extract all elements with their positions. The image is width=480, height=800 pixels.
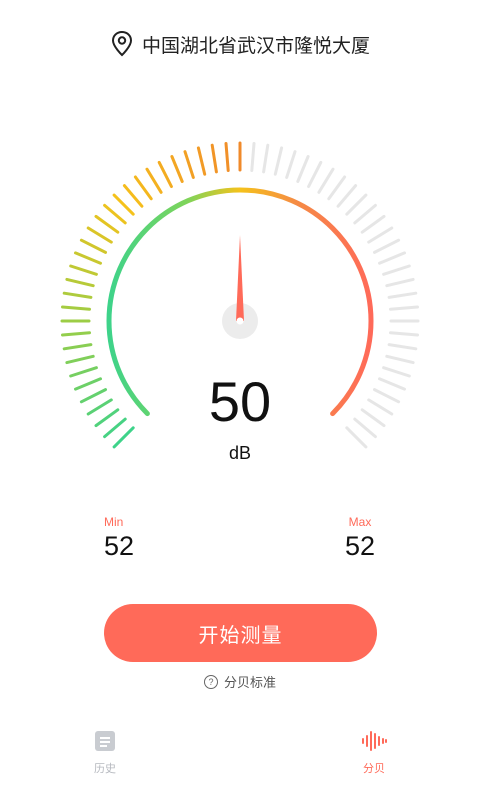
gauge-tick (327, 175, 347, 201)
gauge-tick (387, 343, 418, 351)
location-bar: 中国湖北省武汉市隆悦大厦 (0, 28, 480, 60)
gauge-tick (353, 203, 377, 225)
gauge-tick (74, 251, 102, 265)
gauge-tick (69, 264, 98, 276)
gauge-tick (262, 143, 270, 174)
gauge-tick (345, 193, 368, 216)
tab-bar: 历史 分贝 (0, 728, 480, 800)
gauge-tick (112, 193, 135, 216)
sound-wave-icon (362, 731, 387, 751)
location-pin-icon (111, 30, 132, 57)
needle-pin (236, 317, 244, 325)
gauge-tick (389, 305, 419, 311)
gauge-needle (236, 235, 244, 321)
gauge-tick (61, 331, 91, 337)
gauge-tick (183, 150, 195, 179)
gauge-tick (378, 251, 406, 265)
gauge-tick (94, 214, 120, 234)
max-value: 52 (344, 531, 376, 561)
gauge-tick (317, 167, 335, 194)
gauge-tick (196, 146, 207, 176)
question-circle-icon: ? (203, 674, 218, 689)
gauge-tick (79, 238, 107, 254)
tab-history[interactable]: 历史 (65, 728, 145, 776)
gauge-tick (62, 291, 93, 299)
gauge-tick (389, 331, 419, 337)
gauge-tick (307, 160, 323, 188)
tab-decibel[interactable]: 分贝 (334, 728, 414, 776)
max-label: Max (348, 515, 372, 529)
gauge-tick (65, 354, 95, 365)
gauge-tick (103, 203, 127, 225)
gauge-tick (385, 277, 415, 288)
gauge-tick (336, 184, 358, 208)
decibel-standard-link[interactable]: ? 分贝标准 (0, 672, 480, 691)
gauge-tick (382, 264, 411, 276)
gauge-tick (62, 343, 93, 351)
gauge-tick (65, 277, 95, 288)
decibel-value: 50 (208, 370, 272, 433)
min-label: Min (104, 515, 124, 529)
gauge-tick (387, 291, 418, 299)
max-stat: Max 52 (330, 515, 390, 562)
gauge-tick (86, 226, 113, 244)
gauge-tick (367, 226, 394, 244)
gauge-tick (285, 150, 297, 179)
gauge-tick (273, 146, 284, 176)
decibel-standard-label: 分贝标准 (223, 676, 276, 691)
gauge-tick (157, 160, 173, 188)
gauge-tick (250, 142, 256, 172)
document-icon (95, 731, 115, 751)
min-value: 52 (104, 531, 135, 561)
gauge-tick (296, 155, 310, 183)
gauge-tick (145, 167, 163, 194)
tab-decibel-label: 分贝 (363, 762, 385, 775)
start-measure-button[interactable]: 开始测量 (104, 604, 377, 662)
gauge-tick (373, 238, 401, 254)
decibel-unit: dB (228, 443, 252, 463)
gauge-tick (224, 142, 230, 172)
min-stat: Min 52 (104, 515, 204, 562)
tab-history-label: 历史 (94, 762, 116, 775)
gauge-tick (133, 175, 153, 201)
location-text: 中国湖北省武汉市隆悦大厦 (141, 34, 370, 57)
gauge-tick (61, 305, 91, 311)
gauge-tick (210, 143, 218, 174)
gauge-tick (122, 184, 144, 208)
gauge-tick (170, 155, 184, 183)
gauge-tick (385, 354, 415, 365)
gauge-tick (360, 214, 386, 234)
